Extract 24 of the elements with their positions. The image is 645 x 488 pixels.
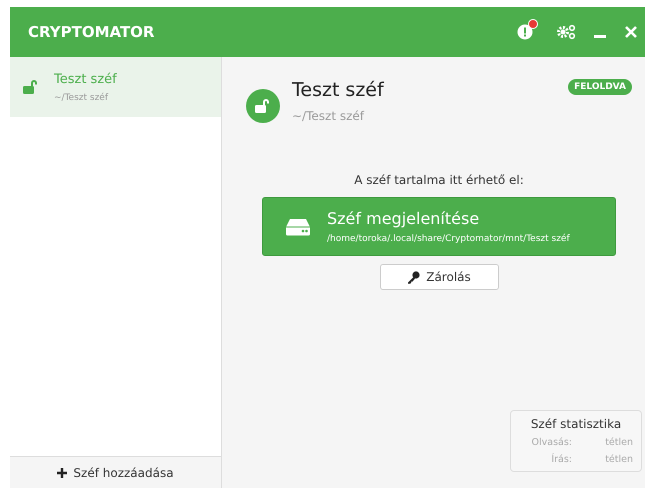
close-button[interactable] — [624, 25, 638, 39]
close-icon — [624, 25, 638, 39]
stat-label: Írás: — [550, 454, 573, 465]
add-vault-button[interactable]: Széf hozzáadása — [10, 456, 221, 488]
vault-title: Teszt széf — [292, 79, 385, 101]
vault-path: ~/Teszt széf — [54, 92, 110, 102]
access-label: A széf tartalma itt érhető el: — [354, 173, 524, 187]
plus-icon — [57, 468, 68, 478]
exclamation-icon — [517, 24, 533, 40]
notification-button[interactable] — [517, 19, 538, 40]
minimize-icon — [594, 34, 606, 38]
vault-location: ~/Teszt széf — [292, 109, 366, 123]
stat-label: Olvasás: — [530, 437, 573, 448]
status-badge: FELOLDVA — [568, 79, 632, 95]
gears-icon — [556, 24, 576, 40]
stat-value: tétlen — [604, 454, 633, 465]
stat-value: tétlen — [604, 437, 633, 448]
drive-icon — [285, 218, 311, 236]
settings-button[interactable] — [556, 24, 576, 40]
stats-title: Széf statisztika — [530, 417, 622, 431]
lock-button[interactable]: Zárolás — [380, 264, 498, 290]
vault-name: Teszt széf — [54, 72, 117, 86]
app-title: CRYPTOMATOR — [28, 23, 156, 41]
key-icon — [407, 270, 420, 284]
